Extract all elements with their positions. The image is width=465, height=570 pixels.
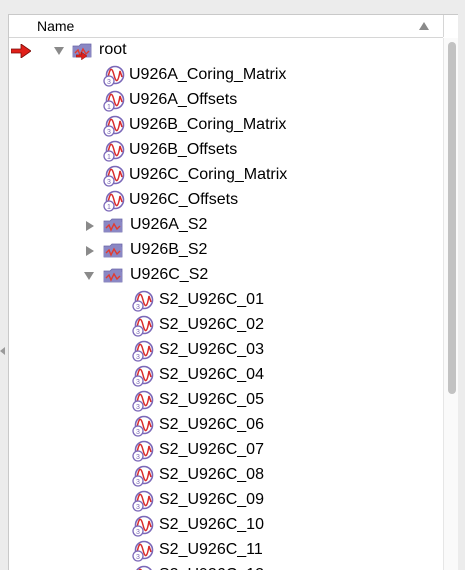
disclosure-collapsed-icon[interactable] xyxy=(86,246,94,256)
item-label: U926B_S2 xyxy=(130,241,207,259)
tree-row-folder[interactable]: U926A_S2 xyxy=(9,213,443,238)
waveform-icon: 3 xyxy=(132,515,154,537)
item-label: U926A_Offsets xyxy=(129,91,237,109)
tree-row-wave[interactable]: 3 U926A_Coring_Matrix xyxy=(9,63,443,88)
tree-row-wave[interactable]: 3 S2_U926C_04 xyxy=(9,363,443,388)
svg-text:3: 3 xyxy=(136,479,140,486)
vertical-scrollbar[interactable] xyxy=(443,38,458,570)
item-label: S2_U926C_06 xyxy=(159,416,264,434)
waveform-icon: 3 xyxy=(132,365,154,387)
tree-row-wave[interactable]: 3 S2_U926C_06 xyxy=(9,413,443,438)
item-label: S2_U926C_04 xyxy=(159,366,264,384)
tree-row-wave[interactable]: 3 U926C_Coring_Matrix xyxy=(9,163,443,188)
name-column-label: Name xyxy=(37,18,74,34)
tree-row-wave[interactable]: 3 S2_U926C_07 xyxy=(9,438,443,463)
item-label: S2_U926C_05 xyxy=(159,391,264,409)
svg-text:1: 1 xyxy=(107,204,111,211)
item-label: S2_U926C_09 xyxy=(159,491,264,509)
svg-text:3: 3 xyxy=(107,79,111,86)
svg-text:3: 3 xyxy=(136,304,140,311)
waveform-icon: 3 xyxy=(103,115,125,137)
svg-text:3: 3 xyxy=(136,404,140,411)
data-folder-icon xyxy=(103,268,123,283)
waveform-icon: 3 xyxy=(132,465,154,487)
svg-text:3: 3 xyxy=(136,379,140,386)
item-label: U926C_Offsets xyxy=(129,191,238,209)
tree-row-wave[interactable]: 1 U926C_Offsets xyxy=(9,188,443,213)
item-label: U926A_S2 xyxy=(130,216,207,234)
item-label: S2_U926C_02 xyxy=(159,316,264,334)
header-divider xyxy=(443,15,444,37)
tree-row-wave[interactable]: 1 U926A_Offsets xyxy=(9,88,443,113)
waveform-icon: 3 xyxy=(103,165,125,187)
waveform-icon: 1 xyxy=(103,90,125,112)
item-label: S2_U926C_07 xyxy=(159,441,264,459)
tree-row-wave[interactable]: 3 S2_U926C_01 xyxy=(9,288,443,313)
svg-text:3: 3 xyxy=(136,454,140,461)
tree-row-folder[interactable]: U926B_S2 xyxy=(9,238,443,263)
item-label: S2_U926C_01 xyxy=(159,291,264,309)
tree-row-wave[interactable]: 3 S2_U926C_10 xyxy=(9,513,443,538)
tree-row-folder[interactable]: U926C_S2 xyxy=(9,263,443,288)
waveform-icon: 1 xyxy=(103,140,125,162)
item-label: S2_U926C_11 xyxy=(159,541,263,559)
waveform-icon: 3 xyxy=(103,65,125,87)
tree-row-wave[interactable]: 3 U926B_Coring_Matrix xyxy=(9,113,443,138)
waveform-icon: 3 xyxy=(132,565,154,570)
svg-text:1: 1 xyxy=(107,104,111,111)
waveform-icon: 3 xyxy=(132,415,154,437)
tree-row-wave[interactable]: 3 S2_U926C_02 xyxy=(9,313,443,338)
item-label: U926C_S2 xyxy=(130,266,208,284)
disclosure-collapsed-icon[interactable] xyxy=(86,221,94,231)
svg-text:3: 3 xyxy=(136,504,140,511)
item-label: U926B_Coring_Matrix xyxy=(129,116,286,134)
disclosure-expanded-icon[interactable] xyxy=(54,47,64,55)
tree-row-wave[interactable]: 3 S2_U926C_08 xyxy=(9,463,443,488)
item-label: U926C_Coring_Matrix xyxy=(129,166,287,184)
data-folder-icon xyxy=(103,243,123,258)
waveform-icon: 3 xyxy=(132,490,154,512)
current-marker-icon xyxy=(76,51,87,61)
waveform-icon: 3 xyxy=(132,290,154,312)
svg-text:3: 3 xyxy=(136,354,140,361)
item-label: S2_U926C_08 xyxy=(159,466,264,484)
svg-text:3: 3 xyxy=(136,329,140,336)
item-label: S2_U926C_10 xyxy=(159,516,264,534)
waveform-icon: 3 xyxy=(132,390,154,412)
tree-row-wave[interactable]: 3 S2_U926C_05 xyxy=(9,388,443,413)
resize-handle-icon[interactable] xyxy=(0,347,5,355)
item-label: S2_U926C_12 xyxy=(159,566,264,570)
svg-text:3: 3 xyxy=(136,429,140,436)
waveform-icon: 1 xyxy=(103,190,125,212)
svg-text:1: 1 xyxy=(107,154,111,161)
column-header[interactable]: Name xyxy=(9,15,443,38)
tree-row-root[interactable]: root xyxy=(9,38,443,63)
item-label: U926A_Coring_Matrix xyxy=(129,66,286,84)
waveform-icon: 3 xyxy=(132,340,154,362)
svg-text:3: 3 xyxy=(107,179,111,186)
data-browser-panel: Name root 3 U926A_Coring_Matrix 1 U926A_Offs… xyxy=(8,14,458,570)
waveform-icon: 3 xyxy=(132,315,154,337)
tree-row-wave[interactable]: 1 U926B_Offsets xyxy=(9,138,443,163)
tree-row-wave[interactable]: 3 S2_U926C_11 xyxy=(9,538,443,563)
data-folder-icon xyxy=(103,218,123,233)
svg-text:3: 3 xyxy=(136,529,140,536)
disclosure-expanded-icon[interactable] xyxy=(84,272,94,280)
current-folder-arrow-icon xyxy=(11,44,31,58)
waveform-icon: 3 xyxy=(132,540,154,562)
tree-row-wave[interactable]: 3 S2_U926C_09 xyxy=(9,488,443,513)
item-label: U926B_Offsets xyxy=(129,141,237,159)
sort-ascending-icon[interactable] xyxy=(419,22,429,30)
svg-text:3: 3 xyxy=(136,554,140,561)
scrollbar-thumb[interactable] xyxy=(448,42,456,394)
item-label: root xyxy=(99,41,127,59)
waveform-icon: 3 xyxy=(132,440,154,462)
item-label: S2_U926C_03 xyxy=(159,341,264,359)
svg-text:3: 3 xyxy=(107,129,111,136)
tree-row-wave[interactable]: 3 S2_U926C_03 xyxy=(9,338,443,363)
